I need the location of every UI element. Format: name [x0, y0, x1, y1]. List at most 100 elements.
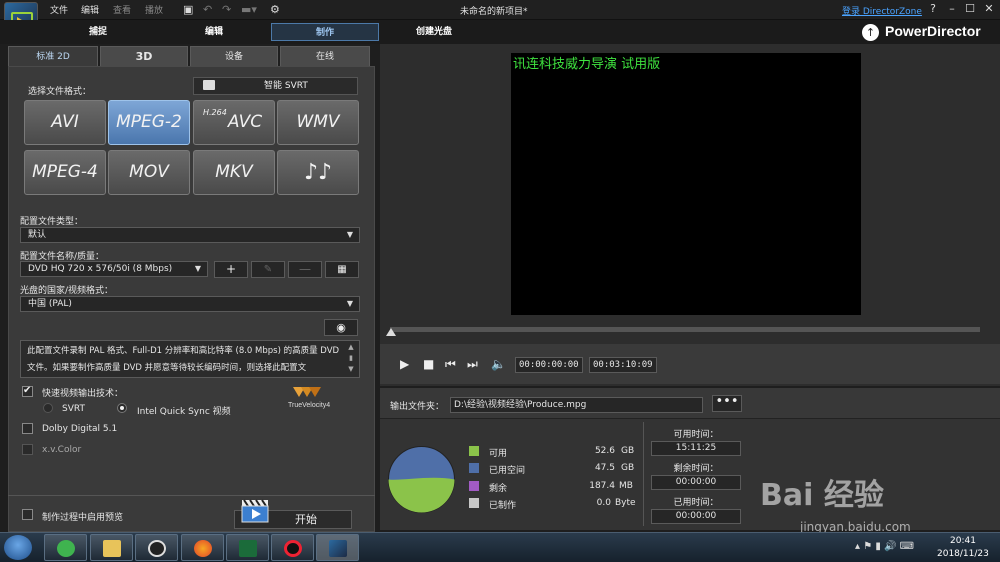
windows-start-icon[interactable]: [4, 535, 32, 560]
output-folder-label: 输出文件夹：: [390, 402, 445, 412]
tab-online[interactable]: 在线: [280, 46, 370, 66]
volume-icon[interactable]: 🔈: [491, 357, 506, 371]
legend-remaining-label: 剩余: [489, 484, 508, 494]
legend-produced-value: 0.0: [596, 498, 611, 508]
pie-available: [388, 477, 455, 513]
enable-preview-checkbox[interactable]: [22, 509, 33, 520]
profile-type-label: 配置文件类型：: [20, 217, 84, 227]
h264-prefix: H.264: [203, 108, 227, 117]
taskbar-media-app[interactable]: [226, 534, 269, 561]
previous-frame-icon[interactable]: ⏮: [445, 357, 456, 372]
stop-icon[interactable]: ■: [423, 357, 434, 371]
fast-render-checkbox[interactable]: [22, 385, 33, 397]
tab-produce[interactable]: 制作: [271, 23, 379, 41]
output-path-field[interactable]: D:\经验\视频经验\Produce.mpg: [450, 397, 703, 413]
intel-quick-sync-radio[interactable]: [117, 403, 127, 413]
minimize-button[interactable]: –: [944, 2, 960, 16]
elapsed-time-label: 已用时间：: [673, 498, 719, 508]
next-frame-icon[interactable]: ⏭: [467, 357, 478, 372]
xvcolor-checkbox[interactable]: [22, 444, 33, 455]
clapperboard-play-icon: [241, 499, 269, 523]
menu-edit[interactable]: 编辑: [81, 3, 99, 16]
window-title: 未命名的新项目*: [460, 7, 528, 17]
save-icon[interactable]: ▣: [183, 3, 193, 16]
browse-button[interactable]: •••: [712, 395, 742, 412]
format-avc-button[interactable]: H.264 AVC: [193, 100, 275, 145]
mode-bar: [0, 20, 1000, 44]
redo-icon[interactable]: ↷: [222, 3, 231, 16]
dolby-checkbox[interactable]: [22, 423, 33, 434]
trial-watermark: 讯连科技威力导演 试用版: [513, 57, 661, 72]
clock-date[interactable]: 2018/11/23: [937, 549, 989, 559]
preview-eye-icon[interactable]: ◉: [324, 319, 358, 336]
profile-list-icon[interactable]: ▦: [325, 261, 359, 278]
legend-used-unit: GB: [621, 463, 635, 473]
xvcolor-label: x.v.Color: [42, 445, 82, 455]
menu-file[interactable]: 文件: [50, 3, 68, 16]
brand-name: PowerDirector: [885, 23, 981, 39]
tab-create-disc[interactable]: 创建光盘: [396, 23, 472, 41]
help-button[interactable]: ?: [925, 2, 941, 16]
close-button[interactable]: ✕: [981, 2, 997, 16]
format-avi-button[interactable]: AVI: [24, 100, 106, 145]
marker-icon[interactable]: ▬▾: [241, 3, 257, 16]
legend-used-value: 47.5: [594, 463, 615, 473]
legend-produced-unit: Byte: [615, 498, 636, 508]
format-audio-button[interactable]: ♪♪: [277, 150, 359, 195]
menu-play[interactable]: 播放: [145, 3, 163, 16]
description-scrollbar[interactable]: ▲ ▮ ▼: [346, 342, 356, 376]
directorzone-login-link[interactable]: 登录 DirectorZone: [842, 4, 922, 17]
taskbar-recorder[interactable]: [271, 534, 314, 561]
duration-timecode: 00:03:10:09: [589, 357, 657, 373]
format-wmv-button[interactable]: WMV: [277, 100, 359, 145]
legend-remaining-value: 187.4: [589, 481, 615, 491]
svrt-radio[interactable]: [43, 403, 53, 413]
timeline-scrubber[interactable]: [390, 327, 980, 332]
tab-3d[interactable]: 3D: [100, 46, 188, 66]
remaining-time-label: 剩余时间：: [673, 464, 719, 474]
tab-standard-2d[interactable]: 标准 2D: [8, 46, 98, 66]
browser-360-icon: [57, 540, 75, 557]
format-mpeg2-button[interactable]: MPEG-2: [108, 100, 190, 145]
format-mkv-button[interactable]: MKV: [193, 150, 275, 195]
format-mov-button[interactable]: MOV: [108, 150, 190, 195]
tab-capture[interactable]: 捕捉: [60, 23, 136, 41]
powerdirector-icon: [329, 540, 347, 557]
position-timecode: 00:00:00:00: [515, 357, 583, 373]
profile-name-dropdown[interactable]: DVD HQ 720 x 576/50i (8 Mbps) ▼: [20, 261, 208, 277]
taskbar-powerdirector[interactable]: [316, 534, 359, 561]
taskbar-explorer[interactable]: [90, 534, 133, 561]
taskbar-360-browser[interactable]: [44, 534, 87, 561]
profile-name-value: DVD HQ 720 x 576/50i (8 Mbps): [28, 264, 173, 274]
firefox-icon: [194, 540, 212, 557]
qq-penguin-icon: [148, 540, 166, 557]
region-value: 中国 (PAL): [28, 299, 72, 309]
undo-icon[interactable]: ↶: [203, 3, 212, 16]
tab-device[interactable]: 设备: [190, 46, 278, 66]
folder-icon: [103, 540, 121, 557]
add-profile-button[interactable]: +: [214, 261, 248, 278]
menu-view[interactable]: 查看: [113, 3, 131, 16]
profile-type-dropdown[interactable]: 默认 ▼: [20, 227, 360, 243]
scrubber-handle[interactable]: [386, 328, 396, 336]
region-dropdown[interactable]: 中国 (PAL) ▼: [20, 296, 360, 312]
play-icon[interactable]: ▶: [400, 357, 409, 371]
edit-profile-pencil-icon[interactable]: ✎: [251, 261, 285, 278]
system-tray-icons[interactable]: ▴ ⚑ ▮ 🔊 ⌨: [855, 541, 914, 552]
powerdirector-upgrade-icon[interactable]: ↑: [862, 24, 879, 41]
disk-usage-pie: [388, 446, 455, 513]
baidu-jingyan-logo: Bai 经验: [760, 478, 884, 513]
legend-available-unit: GB: [621, 446, 635, 456]
available-time-label: 可用时间：: [673, 430, 719, 440]
tab-edit[interactable]: 编辑: [176, 23, 252, 41]
taskbar-firefox[interactable]: [181, 534, 224, 561]
taskbar-qq[interactable]: [135, 534, 178, 561]
remove-profile-button[interactable]: —: [288, 261, 322, 278]
truevelocity-logo: TrueVelocity4: [288, 387, 330, 409]
settings-gear-icon[interactable]: ⚙: [270, 3, 280, 16]
choose-format-label: 选择文件格式：: [28, 87, 92, 97]
chevron-down-icon: ▼: [194, 264, 201, 273]
clock-time[interactable]: 20:41: [950, 536, 976, 546]
maximize-button[interactable]: ☐: [962, 2, 978, 16]
format-mpeg4-button[interactable]: MPEG-4: [24, 150, 106, 195]
